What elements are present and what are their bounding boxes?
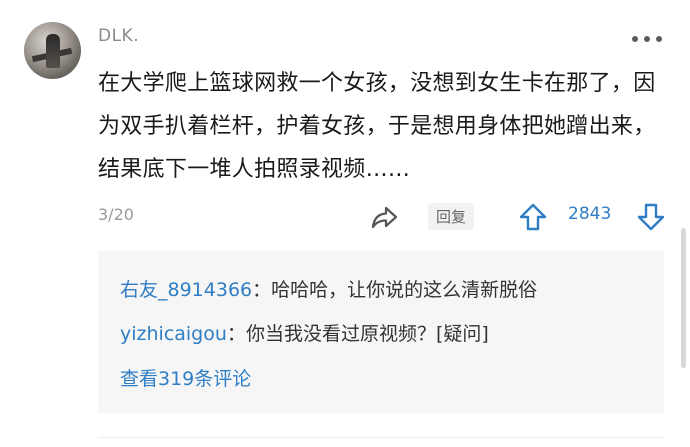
- avatar-figure: [46, 34, 60, 68]
- reply-item[interactable]: yizhicaigou：你当我没看过原视频？[疑问]: [120, 319, 489, 346]
- comment-actions-row: 3/20 回复 2843: [98, 203, 670, 231]
- divider: [98, 437, 664, 438]
- scrollbar[interactable]: [681, 228, 686, 368]
- downvote-icon[interactable]: [636, 203, 666, 231]
- vote-count: 2843: [568, 204, 612, 224]
- reply-username[interactable]: yizhicaigou: [120, 323, 227, 345]
- reply-text: 你当我没看过原视频？[疑问]: [245, 323, 489, 345]
- reply-separator: ：: [226, 323, 246, 345]
- page-indicator: 3/20: [98, 205, 134, 224]
- reply-separator: ：: [252, 279, 272, 301]
- upvote-icon[interactable]: [518, 203, 548, 231]
- more-icon[interactable]: [632, 36, 662, 44]
- comment-username[interactable]: DLK.: [98, 26, 139, 46]
- reply-text: 哈哈哈，让你说的这么清新脱俗: [271, 279, 538, 301]
- reply-item[interactable]: 右友_8914366：哈哈哈，让你说的这么清新脱俗: [120, 275, 537, 302]
- comment-text: 在大学爬上篮球网救一个女孩，没想到女生卡在那了，因为双手扒着栏杆，护着女孩，于是…: [98, 71, 656, 182]
- share-icon[interactable]: [370, 203, 400, 231]
- replies-box: 右友_8914366：哈哈哈，让你说的这么清新脱俗 yizhicaigou：你当…: [98, 251, 664, 413]
- reply-button[interactable]: 回复: [428, 203, 475, 230]
- reply-username[interactable]: 右友_8914366: [120, 279, 252, 301]
- view-all-replies-link[interactable]: 查看319条评论: [120, 364, 251, 391]
- avatar[interactable]: [24, 22, 81, 79]
